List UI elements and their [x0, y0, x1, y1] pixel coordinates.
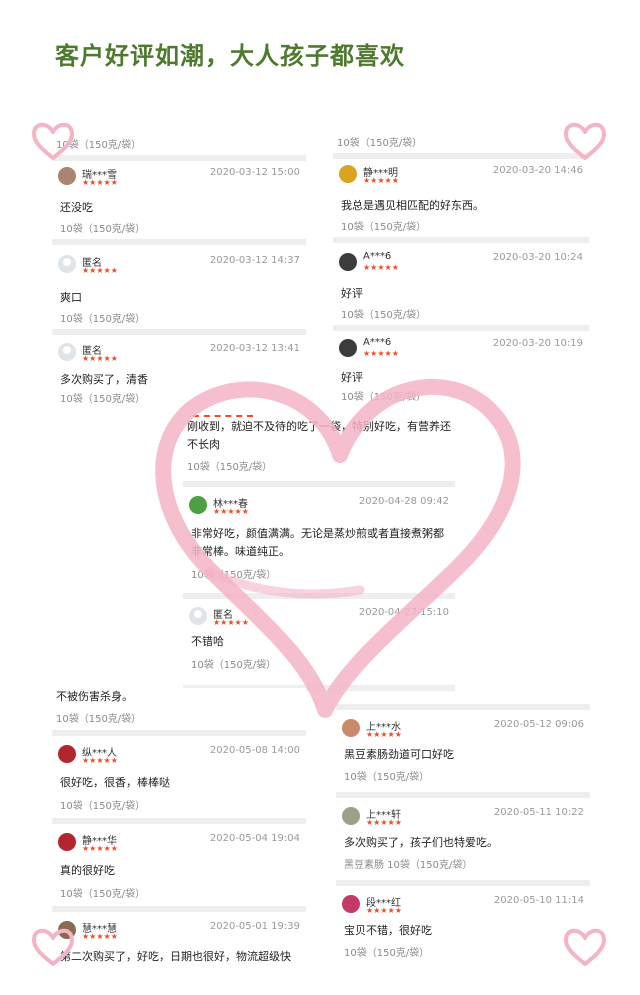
- rating-stars: ★★★★★: [82, 932, 118, 941]
- review-date: 2020-03-20 14:46: [492, 165, 583, 176]
- review-date: 2020-05-10 11:14: [493, 895, 584, 906]
- user-avatar: [339, 339, 357, 357]
- user-avatar: [342, 807, 360, 825]
- review-panel-bottom-right: 上***水 ★★★★★ 2020-05-12 09:06 黑豆素肠劲道可口好吃 …: [336, 704, 590, 964]
- item-spec: 10袋（150克/袋）: [56, 714, 142, 725]
- review-text: 黑豆素肠劲道可口好吃: [344, 748, 454, 761]
- review-text: 第二次购买了，好吃，日期也很好，物流超级快: [60, 950, 291, 963]
- user-avatar: [58, 921, 76, 939]
- review-text: 不错哈: [191, 635, 224, 648]
- rating-stars: ★★★★★: [82, 178, 118, 187]
- user-avatar: [342, 895, 360, 913]
- rating-stars: ★★★★★: [366, 906, 402, 915]
- review-panel-bottom-left: 不被伤害杀身。 10袋（150克/袋） 纵***人 ★★★★★ 2020-05-…: [52, 688, 306, 970]
- rating-stars: ★★★★★: [82, 756, 118, 765]
- item-spec: 10袋（150克/袋）: [187, 462, 273, 473]
- review-card: 静***华 ★★★★★ 2020-05-04 19:04 真的很好吃 10袋（1…: [52, 824, 306, 906]
- review-panel-left: 10袋（150克/袋） 瑞***雪 ★★★★★ 2020-03-12 15:00…: [52, 137, 306, 403]
- review-card: 瑞***雪 ★★★★★ 2020-03-12 15:00 还没吃 10袋（150…: [52, 161, 306, 239]
- rating-stars: ★★★★★: [213, 618, 249, 627]
- review-text: 爽口: [60, 291, 82, 304]
- user-avatar: [58, 745, 76, 763]
- anonymous-avatar: [189, 607, 207, 625]
- rating-stars: ★★★★★: [82, 266, 118, 275]
- item-spec: 10袋（150克/袋）: [337, 138, 423, 149]
- item-spec: 10袋（150克/袋）: [341, 310, 427, 321]
- review-text: 好评: [341, 287, 363, 300]
- review-text: 宝贝不错，很好吃: [344, 924, 432, 937]
- review-card: 上***轩 ★★★★★ 2020-05-11 10:22 多次购买了，孩子们也特…: [336, 798, 590, 876]
- rating-stars: ★★★★★: [82, 354, 118, 363]
- review-text: 真的很好吃: [60, 864, 115, 877]
- review-date: 2020-03-12 15:00: [209, 167, 300, 178]
- item-spec: 10袋（150克/袋）: [60, 224, 146, 235]
- user-avatar: [342, 719, 360, 737]
- review-card: 上***水 ★★★★★ 2020-05-12 09:06 黑豆素肠劲道可口好吃 …: [336, 710, 590, 788]
- user-avatar: [58, 833, 76, 851]
- rating-stars: ★★★★★: [366, 730, 402, 739]
- review-card: 匿名 ★★★★★ 2020-04-27 15:10 不错哈 10袋（150克/袋…: [183, 599, 455, 677]
- review-card: 纵***人 ★★★★★ 2020-05-08 14:00 很好吃，很香，棒棒哒 …: [52, 736, 306, 818]
- review-card: 段***红 ★★★★★ 2020-05-10 11:14 宝贝不错，很好吃 10…: [336, 886, 590, 964]
- page-title: 客户好评如潮，大人孩子都喜欢: [55, 42, 405, 70]
- rating-stars: ★★★★★: [82, 844, 118, 853]
- review-text: 多次购买了，孩子们也特爱吃。: [344, 836, 498, 849]
- review-text: 不被伤害杀身。: [56, 690, 133, 703]
- rating-stars: ★★★★★: [213, 507, 249, 516]
- review-date: 2020-05-11 10:22: [493, 807, 584, 818]
- item-spec: 10袋（150克/袋）: [60, 801, 146, 812]
- user-avatar: [339, 253, 357, 271]
- rating-stars: ★★★★★: [363, 176, 399, 185]
- item-spec: 10袋（150克/袋）: [344, 772, 430, 783]
- review-text: 我总是遇见相匹配的好东西。: [341, 199, 484, 212]
- user-avatar: [189, 496, 207, 514]
- item-spec: 10袋（150克/袋）: [56, 140, 142, 151]
- user-avatar: [339, 165, 357, 183]
- review-date: 2020-05-08 14:00: [209, 745, 300, 756]
- item-spec: 10袋（150克/袋）: [60, 889, 146, 900]
- review-date: 2020-03-12 14:37: [209, 255, 300, 266]
- review-card: 静***明 ★★★★★ 2020-03-20 14:46 我总是遇见相匹配的好东…: [333, 159, 589, 237]
- review-date: 2020-03-12 13:41: [209, 343, 300, 354]
- review-text: 多次购买了，清香: [60, 373, 148, 386]
- review-card: 匿名 ★★★★★ 2020-03-12 14:37 爽口 10袋（150克/袋）: [52, 245, 306, 329]
- rating-stars: ★★★★★: [363, 263, 399, 272]
- item-spec: 10袋（150克/袋）: [191, 570, 277, 581]
- review-date: 2020-05-04 19:04: [209, 833, 300, 844]
- rating-stars: ★★★★★: [366, 818, 402, 827]
- review-text: 非常好吃，颜值满满。无论是蒸炒煎或者直接煮粥都非常棒。味道纯正。: [191, 527, 444, 558]
- anonymous-avatar: [58, 255, 76, 273]
- item-spec: 黑豆素肠 10袋（150克/袋）: [344, 860, 473, 871]
- review-panel-center: 刚收到，就迫不及待的吃了一袋，特别好吃，有营养还不长肉 10袋（150克/袋） …: [183, 402, 455, 691]
- review-text: 很好吃，很香，棒棒哒: [60, 776, 170, 789]
- anonymous-avatar: [58, 343, 76, 361]
- review-date: 2020-05-12 09:06: [493, 719, 584, 730]
- review-date: 2020-04-28 09:42: [358, 496, 449, 507]
- review-date: 2020-04-27 15:10: [358, 607, 449, 618]
- item-spec: 10袋（150克/袋）: [341, 222, 427, 233]
- item-spec: 10袋（150克/袋）: [60, 314, 146, 325]
- review-card: 林***春 ★★★★★ 2020-04-28 09:42 非常好吃，颜值满满。无…: [183, 487, 455, 587]
- review-username: A***6: [363, 337, 392, 348]
- review-text: 还没吃: [60, 201, 93, 214]
- review-date: 2020-03-20 10:19: [492, 338, 583, 349]
- review-card: A***6 ★★★★★ 2020-03-20 10:19 好评 10袋（150克…: [333, 331, 589, 403]
- review-panel-right: 10袋（150克/袋） 静***明 ★★★★★ 2020-03-20 14:46…: [333, 135, 589, 403]
- item-spec: 10袋（150克/袋）: [344, 948, 430, 959]
- user-avatar: [58, 167, 76, 185]
- review-card: 慧***慧 ★★★★★ 2020-05-01 19:39 第二次购买了，好吃，日…: [52, 912, 306, 970]
- item-spec: 10袋（150克/袋）: [191, 660, 277, 671]
- review-date: 2020-03-20 10:24: [492, 252, 583, 263]
- review-date: 2020-05-01 19:39: [209, 921, 300, 932]
- review-card: A***6 ★★★★★ 2020-03-20 10:24 好评 10袋（150克…: [333, 243, 589, 325]
- review-username: A***6: [363, 251, 392, 262]
- rating-stars: ★★★★★: [363, 349, 399, 358]
- review-card: 匿名 ★★★★★ 2020-03-12 13:41 多次购买了，清香 10袋（1…: [52, 335, 306, 403]
- review-text: 好评: [341, 371, 363, 384]
